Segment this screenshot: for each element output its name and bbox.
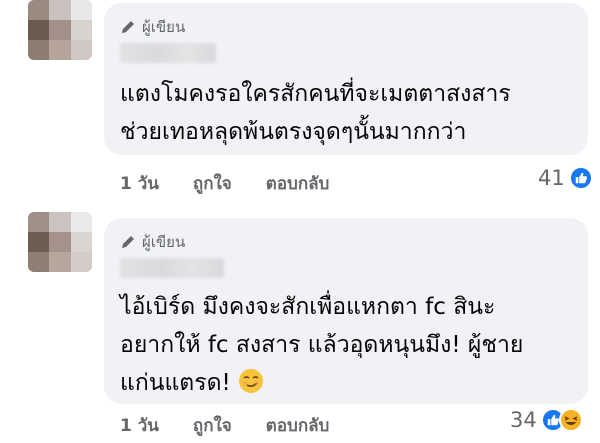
reaction-summary[interactable]: 41	[538, 166, 593, 190]
timestamp[interactable]: 1 วัน	[120, 412, 159, 439]
like-button[interactable]: ถูกใจ	[193, 412, 232, 439]
author-name-redacted[interactable]	[120, 43, 216, 63]
comment-text-line: แก่นแตรด!	[120, 370, 231, 396]
comment-text-line: ช่วยเทอหลุดพ้นตรงจุดๆนั้นมากกว่า	[120, 119, 467, 145]
reaction-count: 34	[510, 408, 537, 432]
like-button[interactable]: ถูกใจ	[193, 170, 232, 197]
comment-text-line: อยากให้ fc สงสาร แล้วอุดหนุนมึง! ผู้ชาย	[120, 332, 524, 358]
author-name-redacted[interactable]	[120, 258, 224, 278]
comment-text: ไอ้เบิร์ด มึงคงจะสักเพื่อแหกตา fc สินะ อ…	[120, 288, 574, 402]
comment-text-line-last: แก่นแตรด!	[120, 364, 574, 402]
comment-text: แตงโมคงรอใครสักคนที่จะเมตตาสงสาร ช่วยเทอ…	[120, 75, 574, 151]
reply-button[interactable]: ตอบกลับ	[266, 412, 330, 439]
comment-actions: 1 วัน ถูกใจ ตอบกลับ	[120, 412, 329, 439]
comment-text-line: ไอ้เบิร์ด มึงคงจะสักเพื่อแหกตา fc สินะ	[120, 294, 496, 320]
comment-actions: 1 วัน ถูกใจ ตอบกลับ	[120, 170, 329, 197]
comment-text-line: แตงโมคงรอใครสักคนที่จะเมตตาสงสาร	[120, 81, 511, 107]
avatar[interactable]	[28, 0, 92, 60]
pen-icon	[122, 21, 134, 33]
pen-icon	[122, 236, 134, 248]
author-badge: ผู้เขียน	[120, 15, 185, 39]
comment-bubble: ผู้เขียน ไอ้เบิร์ด มึงคงจะสักเพื่อแหกตา …	[104, 218, 588, 404]
timestamp[interactable]: 1 วัน	[120, 170, 159, 197]
comment-bubble: ผู้เขียน แตงโมคงรอใครสักคนที่จะเมตตาสงสา…	[104, 3, 588, 155]
reply-button[interactable]: ตอบกลับ	[266, 170, 330, 197]
author-badge: ผู้เขียน	[120, 230, 185, 254]
author-badge-label: ผู้เขียน	[142, 18, 186, 36]
author-badge-label: ผู้เขียน	[142, 233, 186, 251]
like-icon	[568, 166, 593, 190]
avatar[interactable]	[28, 212, 92, 272]
haha-icon	[558, 408, 583, 432]
reaction-count: 41	[538, 166, 565, 190]
comment-2: ผู้เขียน ไอ้เบิร์ด มึงคงจะสักเพื่อแหกตา …	[0, 212, 600, 443]
comment-1: ผู้เขียน แตงโมคงรอใครสักคนที่จะเมตตาสงสา…	[0, 0, 600, 200]
reaction-summary[interactable]: 34	[510, 408, 583, 432]
smirking-face-icon	[239, 369, 264, 393]
